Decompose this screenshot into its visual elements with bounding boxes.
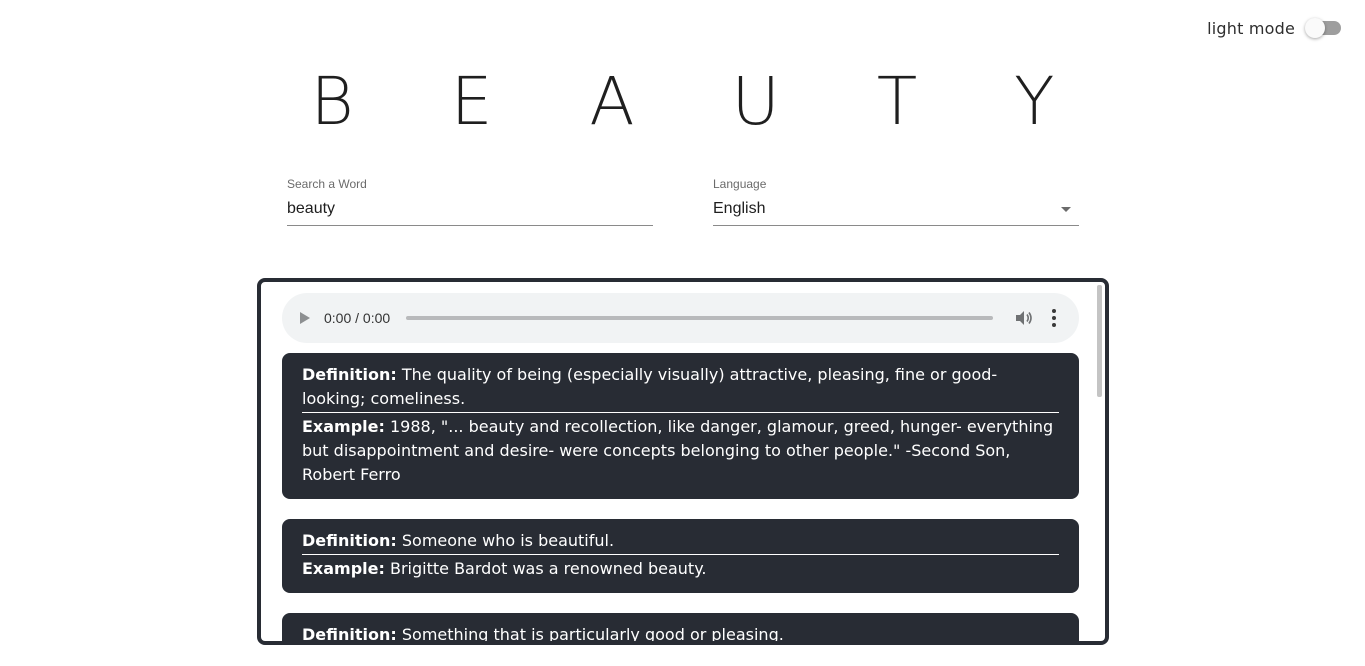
definition-label: Definition: [302,365,397,384]
audio-time: 0:00 / 0:00 [324,310,391,326]
results-list: 0:00 / 0:00 Definition: The quality of b… [282,293,1079,644]
definition-text: Something that is particularly good or p… [401,625,784,644]
switch-thumb[interactable] [1305,18,1325,38]
results-panel: 0:00 / 0:00 Definition: The quality of b… [257,278,1109,645]
theme-switch[interactable] [1305,17,1341,39]
definition-card: Definition: Something that is particular… [282,613,1079,644]
more-options-icon[interactable] [1047,308,1061,328]
volume-icon[interactable] [1015,308,1035,328]
example-text: Brigitte Bardot was a renowned beauty. [390,559,707,578]
audio-player: 0:00 / 0:00 [282,293,1079,343]
dropdown-arrow-icon[interactable] [1061,207,1071,212]
definition-text: The quality of being (especially visuall… [302,365,998,408]
definition-label: Definition: [302,625,397,644]
example-text: 1988, "... beauty and recollection, like… [302,417,1054,484]
theme-toggle[interactable]: light mode [1207,17,1341,39]
language-selected-value: English [713,200,766,217]
play-icon[interactable] [300,312,310,324]
theme-toggle-label: light mode [1207,18,1295,38]
example-line: Example: Brigitte Bardot was a renowned … [302,557,1059,581]
definition-card: Definition: The quality of being (especi… [282,353,1079,499]
scrollbar[interactable] [1097,285,1102,397]
definition-card: Definition: Someone who is beautiful. Ex… [282,519,1079,593]
search-field: Search a Word [287,176,653,226]
definition-label: Definition: [302,531,397,550]
search-input[interactable] [287,192,653,226]
language-label: Language [713,177,767,191]
definition-line: Definition: Something that is particular… [302,623,1059,644]
example-label: Example: [302,417,385,436]
audio-progress-bar[interactable] [406,316,993,320]
search-label: Search a Word [287,177,367,191]
page-title: B E A U T Y [310,63,1093,140]
language-field: Language English [713,176,1079,226]
example-label: Example: [302,559,385,578]
definition-line: Definition: The quality of being (especi… [302,363,1059,413]
example-line: Example: 1988, "... beauty and recollect… [302,415,1059,487]
definition-text: Someone who is beautiful. [401,531,615,550]
language-select[interactable]: English [713,192,1079,226]
definition-line: Definition: Someone who is beautiful. [302,529,1059,555]
